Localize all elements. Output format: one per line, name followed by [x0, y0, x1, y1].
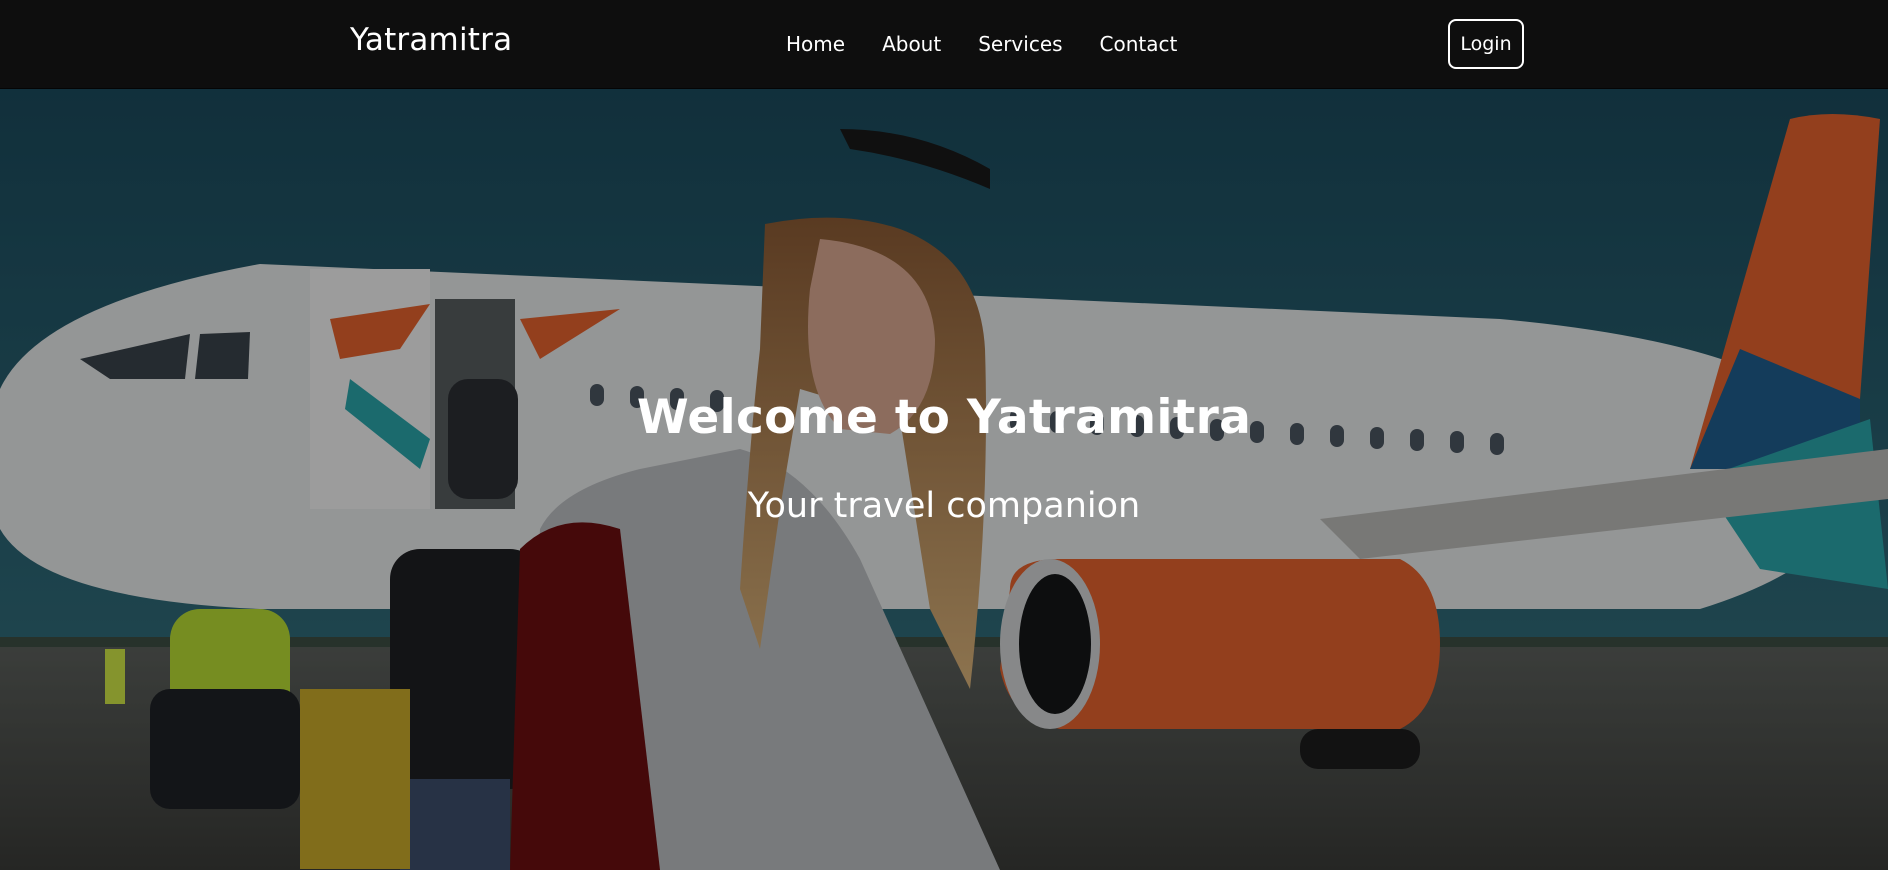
hero-title: Welcome to Yatramitra: [636, 390, 1252, 446]
hero-subtitle: Your travel companion: [747, 486, 1141, 526]
nav-link-services[interactable]: Services: [978, 32, 1062, 56]
main-nav: Home About Services Contact: [786, 32, 1177, 56]
brand-logo[interactable]: Yatramitra: [350, 22, 512, 58]
nav-link-home[interactable]: Home: [786, 32, 845, 56]
login-button[interactable]: Login: [1448, 19, 1524, 69]
hero-dark-overlay: [0, 89, 1888, 870]
nav-link-contact[interactable]: Contact: [1100, 32, 1178, 56]
hero-section: Welcome to Yatramitra Your travel compan…: [0, 89, 1888, 870]
nav-link-about[interactable]: About: [882, 32, 941, 56]
top-navbar: Yatramitra Home About Services Contact L…: [0, 0, 1888, 89]
